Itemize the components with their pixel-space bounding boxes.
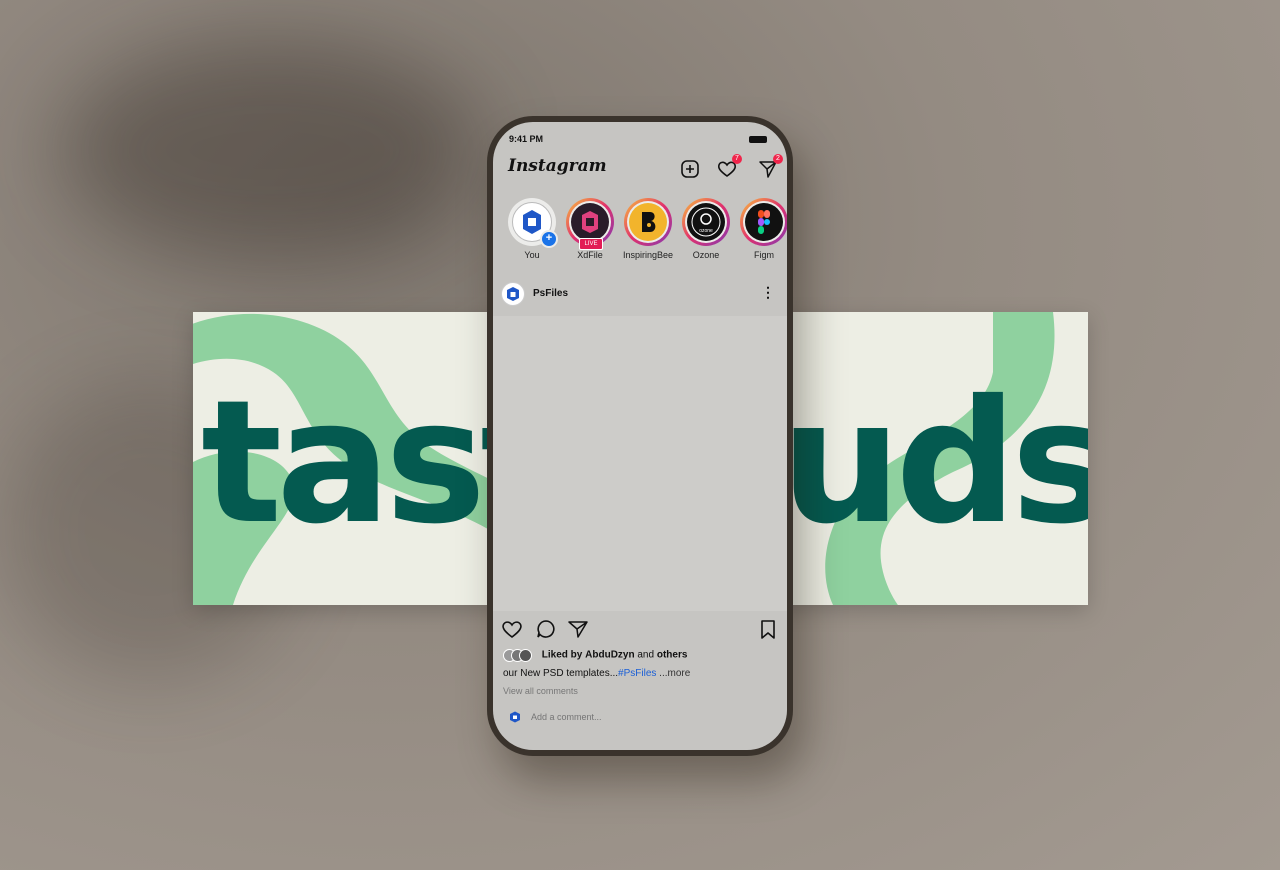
- post-image: [493, 316, 787, 611]
- story-label: Figm: [754, 250, 774, 260]
- current-user-avatar: [507, 709, 523, 725]
- story-ring: +: [508, 198, 558, 248]
- liked-others[interactable]: others: [657, 650, 688, 661]
- ozone-logo-text: ozone: [699, 228, 713, 234]
- status-time: 9:41 PM: [509, 134, 544, 144]
- instagram-screen: 9:41 PM Instagram 7 2 + You LIVE XdFile …: [493, 122, 787, 750]
- post-caption: our New PSD templates...#PsFiles ...more: [503, 668, 690, 679]
- ozone-logo-icon: ozone: [691, 207, 721, 237]
- xdfile-logo-icon: [582, 211, 598, 233]
- live-badge: LIVE: [579, 238, 603, 250]
- heart-icon: [502, 621, 522, 639]
- psfiles-logo-icon: [510, 711, 520, 723]
- story-label: XdFile: [577, 250, 603, 260]
- more-options-icon[interactable]: ⋮: [761, 284, 775, 301]
- caption-more-link[interactable]: ...more: [656, 668, 690, 679]
- messages-badge: 2: [773, 154, 783, 164]
- view-all-comments-link[interactable]: View all comments: [503, 686, 578, 696]
- story-inspiringbee[interactable]: InspiringBee: [619, 198, 677, 260]
- add-comment-row: [507, 706, 777, 728]
- comment-button[interactable]: [535, 618, 557, 640]
- post-author-avatar[interactable]: [501, 282, 525, 306]
- instagram-logo: Instagram: [508, 156, 607, 176]
- notifications-badge: 7: [732, 154, 742, 164]
- inspiringbee-avatar: [629, 203, 667, 241]
- story-figma[interactable]: Figm: [735, 198, 787, 260]
- post-header: PsFiles ⋮: [501, 280, 781, 308]
- like-button[interactable]: [501, 618, 523, 640]
- send-icon: [568, 621, 588, 638]
- notifications-button[interactable]: 7: [716, 154, 742, 180]
- story-ozone[interactable]: ozone Ozone: [677, 198, 735, 260]
- caption-hashtag[interactable]: #PsFiles: [618, 668, 656, 679]
- likes-summary: Liked by AbduDzyn and others: [503, 649, 688, 662]
- share-button[interactable]: [567, 618, 589, 640]
- liked-and: and: [637, 649, 655, 661]
- post-username[interactable]: PsFiles: [533, 288, 568, 299]
- xdfile-avatar: [571, 203, 609, 241]
- ozone-avatar: ozone: [687, 203, 725, 241]
- story-ring: [624, 198, 672, 246]
- inspiringbee-logo-icon: [642, 212, 656, 232]
- post-actions: [501, 618, 781, 644]
- figma-logo-icon: [758, 210, 770, 234]
- story-xdfile[interactable]: LIVE XdFile: [561, 198, 619, 260]
- psfiles-logo-icon: [507, 287, 519, 301]
- add-story-icon[interactable]: +: [540, 230, 558, 248]
- stories-tray: + You LIVE XdFile InspiringBee ozone Ozo…: [503, 198, 787, 268]
- direct-messages-button[interactable]: 2: [757, 154, 783, 180]
- caption-text: our New PSD templates...: [503, 668, 619, 679]
- save-button[interactable]: [757, 618, 779, 640]
- story-label: Ozone: [692, 250, 720, 260]
- liker-avatars: [503, 649, 535, 662]
- plus-square-icon: [681, 160, 699, 178]
- story-label: You: [524, 250, 540, 260]
- bookmark-icon: [761, 620, 775, 639]
- background-shadow: [60, 40, 480, 260]
- phone-mockup: 9:41 PM Instagram 7 2 + You LIVE XdFile …: [487, 116, 793, 756]
- liked-username[interactable]: AbduDzyn: [585, 650, 634, 661]
- story-ring: LIVE: [566, 198, 614, 250]
- story-ring: [740, 198, 787, 246]
- comment-icon: [537, 620, 555, 638]
- story-ring: ozone: [682, 198, 730, 246]
- battery-icon: [749, 136, 767, 143]
- story-you[interactable]: + You: [503, 198, 561, 260]
- new-post-button[interactable]: [679, 158, 701, 180]
- liked-prefix: Liked by: [541, 649, 583, 661]
- figma-avatar: [745, 203, 783, 241]
- add-comment-input[interactable]: [531, 712, 731, 722]
- story-label: InspiringBee: [622, 250, 674, 260]
